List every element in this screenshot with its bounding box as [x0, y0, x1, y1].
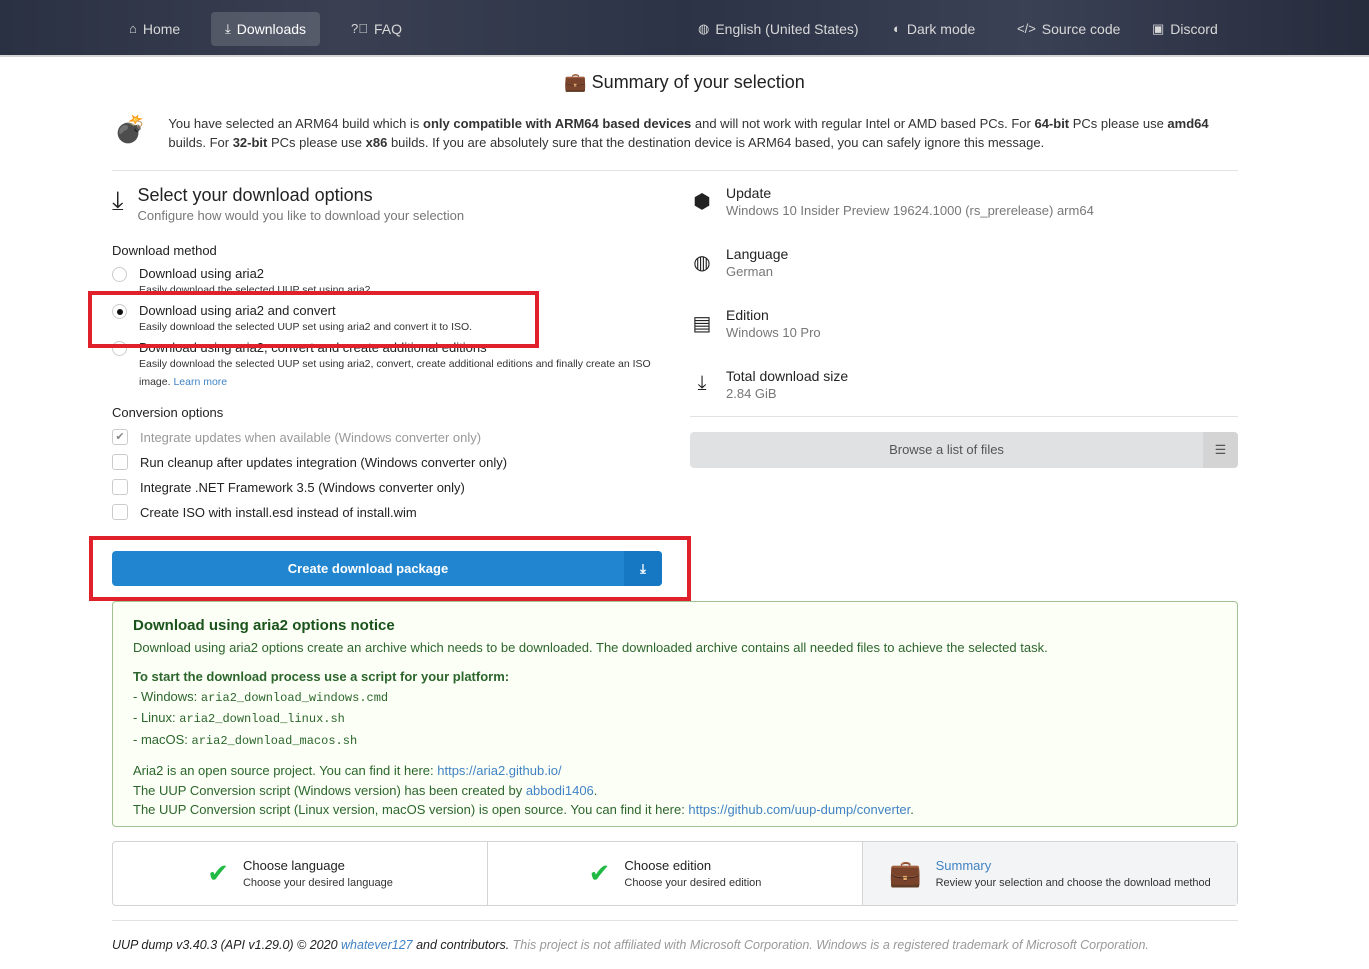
nav-discord-label: Discord	[1170, 21, 1218, 37]
nav-source-code[interactable]: </> Source code	[1003, 12, 1134, 46]
nav-faq-label: FAQ	[373, 21, 402, 37]
nav-downloads[interactable]: ⤓ Downloads	[211, 12, 321, 46]
download-icon: ⤓	[112, 185, 124, 215]
checkbox-label: Run cleanup after updates integration (W…	[140, 454, 508, 470]
step-choose-language[interactable]: ✔ Choose language Choose your desired lang…	[113, 842, 488, 905]
globe-icon: ◍	[698, 21, 710, 36]
nav-dark-mode[interactable]: ◐ Dark mode	[879, 12, 989, 46]
summary-edition: ▤ Edition Windows 10 Pro	[690, 307, 1238, 368]
script-linux: - Linux: aria2_download_linux.sh	[133, 710, 345, 726]
download-method-label: Download method	[112, 243, 217, 258]
selection-summary: ⬢ Update Windows 10 Insider Preview 19624.…	[690, 185, 1238, 429]
nav-source-code-label: Source code	[1041, 21, 1121, 37]
checkbox[interactable]	[112, 454, 128, 470]
notice-text: Download using aria2 options create an a…	[133, 639, 1048, 655]
converter-source: The UUP Conversion script (Linux version…	[133, 802, 914, 817]
author-link[interactable]: whatever127	[341, 938, 413, 952]
page-title: 💼 Summary of your selection	[0, 72, 1369, 93]
globe-icon: ◍	[693, 252, 711, 274]
options-subtitle: Configure how would you like to download…	[137, 208, 465, 223]
step-summary: 💼 Summary Review your selection and choose…	[863, 842, 1237, 905]
download-options: ⤓ Select your download options Configure h…	[112, 185, 662, 520]
notice-title: Download using aria2 options notice	[133, 617, 395, 634]
notice-start: To start the download process use a scri…	[133, 669, 510, 684]
divider	[112, 920, 1238, 921]
converter-link[interactable]: https://github.com/uup-dump/converter	[688, 802, 910, 817]
nav-home-label: Home	[142, 21, 181, 37]
abbodi-link[interactable]: abbodi1406	[526, 783, 594, 798]
nav-faq[interactable]: ?⃝ FAQ	[337, 12, 416, 46]
nav-home[interactable]: ⌂ Home	[115, 12, 194, 46]
checkbox-netfx[interactable]: Integrate .NET Framework 3.5 (Windows co…	[112, 479, 662, 495]
summary-size: ⤓ Total download size 2.84 GiB	[690, 368, 1238, 429]
checkbox[interactable]	[112, 479, 128, 495]
options-title: Select your download options	[137, 185, 373, 205]
checkbox[interactable]	[112, 504, 128, 520]
briefcase-icon: 💼	[564, 72, 587, 92]
method-desc: Easily download the selected UUP set usi…	[139, 358, 651, 388]
browse-files-button[interactable]: Browse a list of files ☰	[690, 432, 1238, 468]
conversion-options-label: Conversion options	[112, 405, 224, 420]
method-aria2[interactable]: Download using aria2 Easily download the …	[112, 266, 662, 293]
checkbox-label: Integrate .NET Framework 3.5 (Windows co…	[140, 479, 465, 495]
dark-mode-icon: ◐	[893, 21, 901, 36]
steps: ✔ Choose language Choose your desired lang…	[112, 841, 1238, 906]
home-icon: ⌂	[129, 21, 137, 36]
download-icon: ⤓	[697, 372, 707, 394]
checkbox-label: Integrate updates when available (Window…	[140, 429, 482, 445]
page-title-text: Summary of your selection	[591, 72, 805, 92]
archive-icon: ▤	[692, 313, 712, 335]
nav-downloads-label: Downloads	[236, 21, 307, 37]
discord-icon: ▣	[1152, 21, 1165, 36]
step-choose-edition[interactable]: ✔ Choose edition Choose your desired editi…	[488, 842, 863, 905]
top-navbar: ⌂ Home ⤓ Downloads ?⃝ FAQ ◍ English (United …	[0, 0, 1369, 57]
cubes-icon: ⬢	[693, 191, 711, 213]
script-macos: - macOS: aria2_download_macos.sh	[133, 731, 358, 748]
aria2-notice: Download using aria2 options notice Down…	[112, 601, 1238, 827]
warning-text: You have selected an ARM64 build which i…	[168, 116, 1209, 150]
aria-info: Aria2 is an open source project. You can…	[133, 763, 562, 778]
browse-label: Browse a list of files	[889, 442, 1004, 457]
checkbox-integrate-updates[interactable]: ✔ Integrate updates when available (Windo…	[112, 429, 662, 445]
summary-update: ⬢ Update Windows 10 Insider Preview 19624.…	[690, 185, 1238, 246]
question-icon: ?⃝	[351, 21, 368, 36]
briefcase-icon: 💼	[889, 858, 922, 888]
bomb-icon: 💣	[114, 114, 147, 144]
learn-more-link[interactable]: Learn more	[173, 376, 227, 388]
checkbox-label: Create ISO with install.esd instead of i…	[140, 504, 417, 520]
summary-language: ◍ Language German	[690, 246, 1238, 307]
check-icon: ✔	[207, 858, 229, 888]
nav-dark-mode-label: Dark mode	[906, 21, 976, 37]
divider	[690, 416, 1238, 417]
code-icon: </>	[1017, 21, 1036, 36]
radio-button[interactable]	[112, 267, 127, 282]
highlight-box	[88, 291, 539, 348]
aria2-link[interactable]: https://aria2.github.io/	[437, 763, 561, 778]
checkbox-install-esd[interactable]: Create ISO with install.esd instead of i…	[112, 504, 662, 520]
divider	[112, 170, 1238, 171]
method-label: Download using aria2	[139, 266, 265, 281]
arm64-warning: 💣 You have selected an ARM64 build which…	[112, 114, 1238, 152]
highlight-box	[89, 536, 691, 601]
script-windows: - Windows: aria2_download_windows.cmd	[133, 688, 389, 705]
checkbox-checked[interactable]: ✔	[112, 429, 128, 445]
checkbox-cleanup[interactable]: Run cleanup after updates integration (W…	[112, 454, 662, 470]
download-icon: ⤓	[225, 21, 231, 36]
nav-language-label: English (United States)	[715, 21, 859, 37]
footer: UUP dump v3.40.3 (API v1.29.0) © 2020 wh…	[112, 938, 1149, 952]
check-icon: ✔	[588, 858, 611, 888]
list-icon: ☰	[1203, 432, 1238, 468]
nav-discord[interactable]: ▣ Discord	[1138, 12, 1232, 46]
converter-credit: The UUP Conversion script (Windows versi…	[133, 782, 598, 798]
nav-language[interactable]: ◍ English (United States)	[684, 12, 873, 46]
